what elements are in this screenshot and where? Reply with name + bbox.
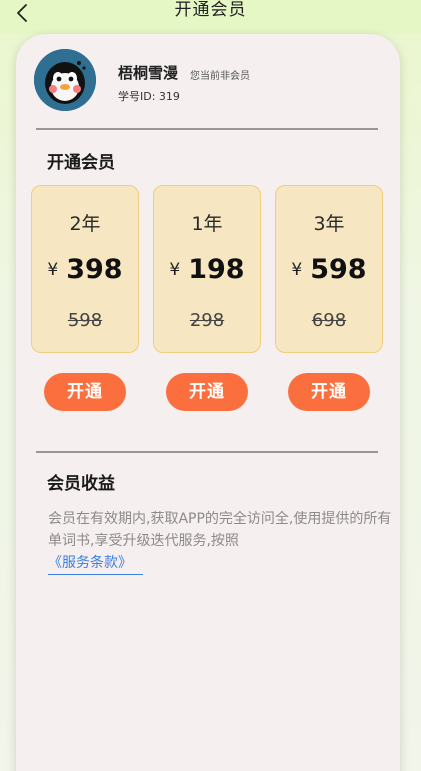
price-amount: 398 — [66, 254, 123, 285]
original-price: 698 — [311, 310, 347, 331]
price-amount: 598 — [310, 254, 367, 285]
membership-card: 梧桐雪漫 您当前非会员 学号ID: 319 开通会员 2年 ¥398 598 1… — [16, 34, 400, 771]
original-price: 298 — [189, 310, 225, 331]
plan-card-3-year[interactable]: 3年 ¥598 698 — [275, 185, 383, 353]
avatar[interactable] — [34, 49, 96, 111]
member-status: 您当前非会员 — [190, 71, 250, 82]
top-bar: 开通会员 — [0, 0, 421, 34]
plan-duration: 3年 — [313, 213, 345, 235]
plan-price: ¥598 — [276, 254, 382, 285]
benefits-section-title: 会员收益 — [47, 474, 115, 494]
price-amount: 198 — [188, 254, 245, 285]
currency-symbol: ¥ — [169, 260, 181, 280]
terms-of-service-link[interactable]: 《服务条款》 — [48, 552, 143, 575]
plan-price: ¥398 — [32, 254, 138, 285]
original-price: 598 — [67, 310, 103, 331]
open-1-year-button[interactable]: 开通 — [166, 373, 248, 411]
open-2-year-button[interactable]: 开通 — [44, 373, 126, 411]
currency-symbol: ¥ — [47, 260, 59, 280]
penguin-avatar-icon — [34, 49, 96, 111]
username: 梧桐雪漫 — [118, 64, 179, 82]
benefits-description: 会员在有效期内,获取APP的完全访问全,使用提供的所有单词书,享受升级迭代服务,… — [48, 511, 392, 549]
plan-price: ¥198 — [154, 254, 260, 285]
open-3-year-button[interactable]: 开通 — [288, 373, 370, 411]
currency-symbol: ¥ — [291, 260, 303, 280]
plan-card-2-year[interactable]: 2年 ¥398 598 — [31, 185, 139, 353]
page-title: 开通会员 — [174, 0, 247, 20]
plan-duration: 1年 — [191, 213, 223, 235]
plan-duration: 2年 — [69, 213, 101, 235]
divider — [36, 128, 378, 130]
student-id: 学号ID: 319 — [118, 90, 180, 103]
divider — [36, 451, 378, 453]
plans-section-title: 开通会员 — [47, 153, 115, 173]
plan-card-1-year[interactable]: 1年 ¥198 298 — [153, 185, 261, 353]
